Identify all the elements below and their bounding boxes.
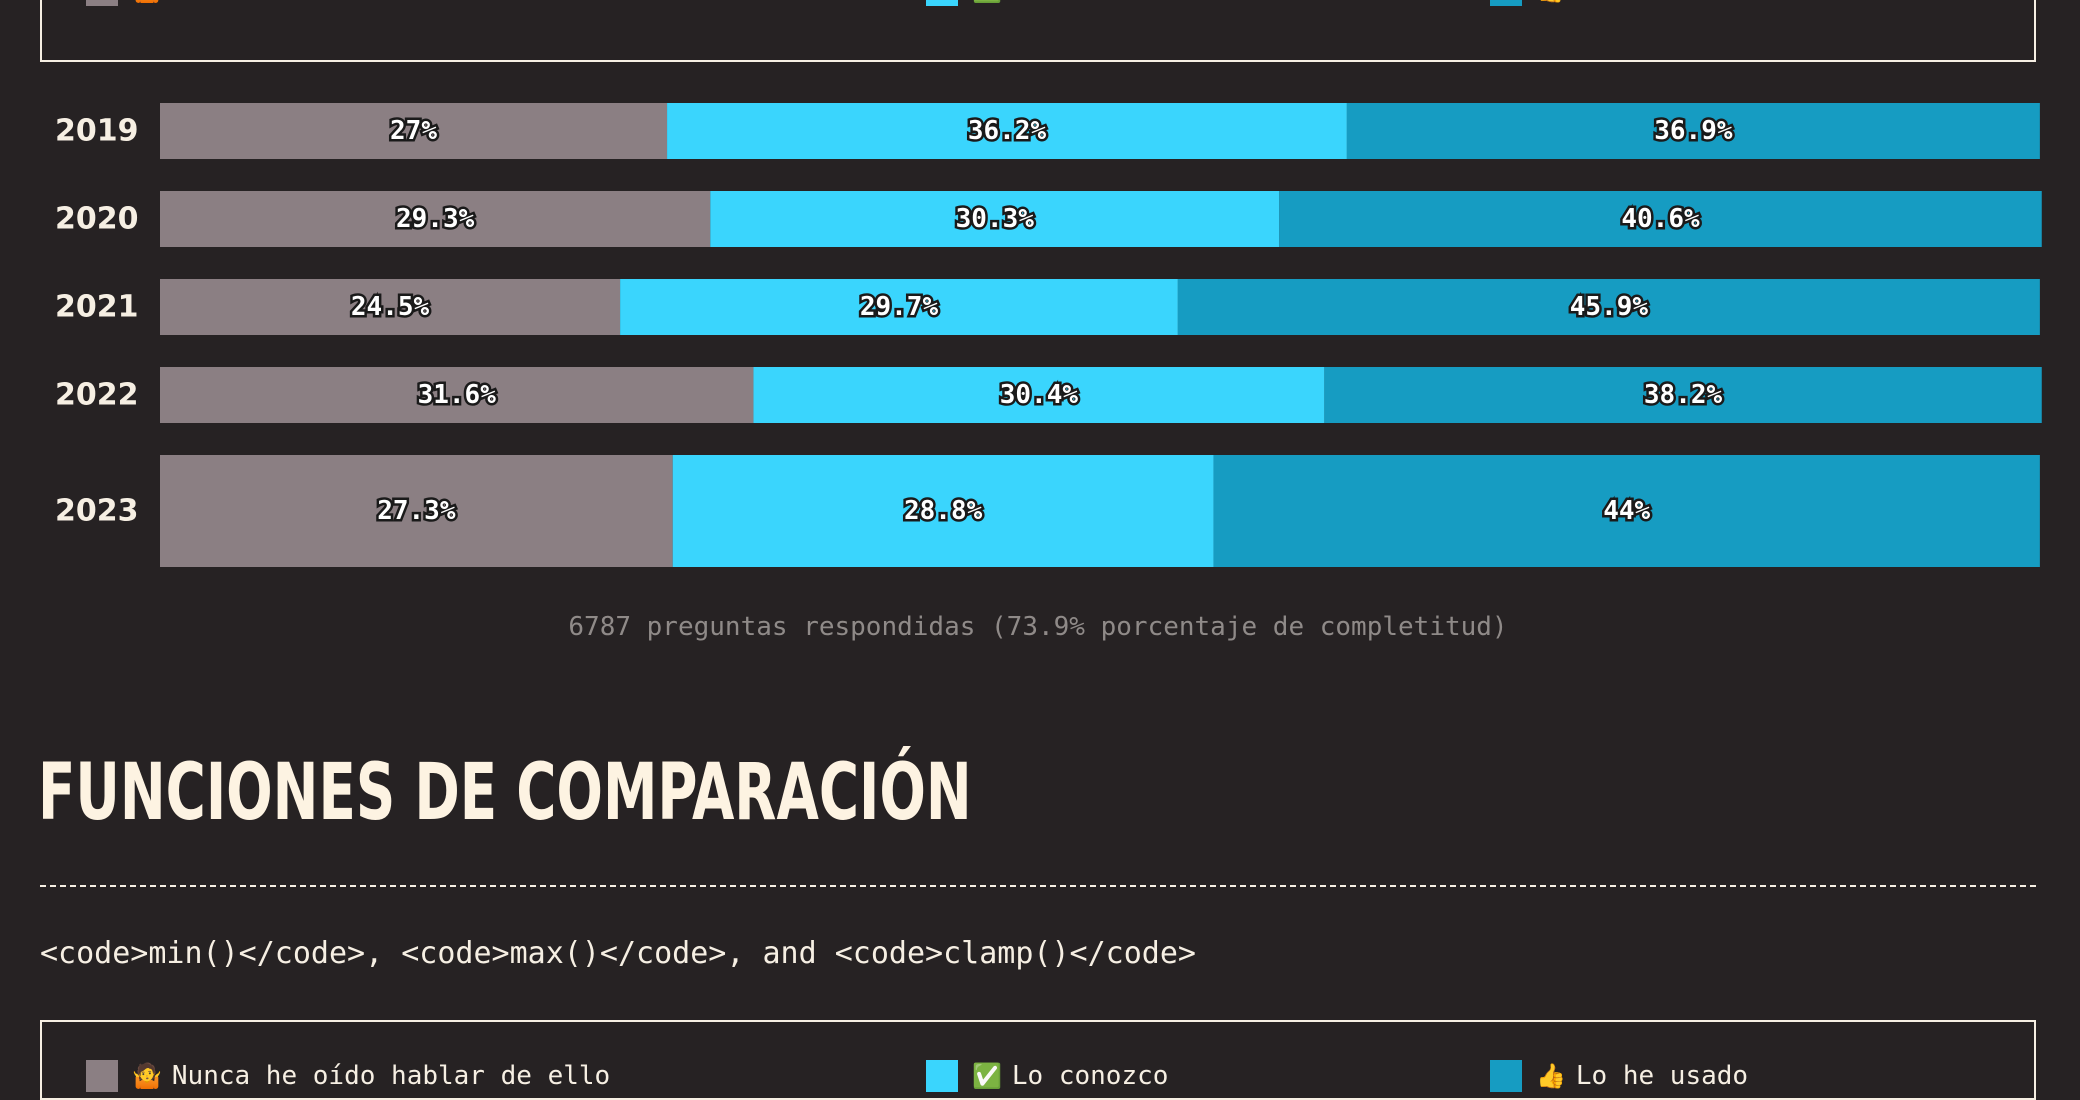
bar-row-2023: 2023 27.3% 28.8% 44% (55, 455, 2040, 567)
bar-value-label: 27% (390, 116, 437, 146)
legend-item-used-it[interactable]: 👍 Lo he usado (1490, 1060, 1748, 1092)
bar-value-label: 40.6% (1621, 204, 1700, 234)
bar-value-label: 24.5% (351, 292, 430, 322)
bar-value-label: 36.9% (1654, 116, 1733, 146)
year-label: 2022 (55, 378, 139, 413)
legend-item-never-heard[interactable]: 🤷 Nunca he oído hablar de ello (86, 1060, 610, 1092)
check-icon: ✅ (972, 1062, 1002, 1090)
bar-row-2019: 2019 27% 36.2% 36.9% (55, 103, 2040, 159)
section-divider (40, 885, 2036, 887)
bar-value-label: 29.3% (396, 204, 475, 234)
thumbs-up-icon: 👍 (1536, 1062, 1566, 1090)
year-label: 2019 (55, 114, 139, 149)
section-subtitle: <code>min()</code>, <code>max()</code>, … (40, 936, 1196, 971)
shrug-icon: 🤷 (132, 1062, 162, 1090)
legend-label: Lo conozco (1011, 1061, 1169, 1091)
bar-value-label: 38.2% (1644, 380, 1723, 410)
bar-value-label: 36.2% (968, 116, 1047, 146)
year-label: 2023 (55, 494, 139, 529)
bar-value-label: 45.9% (1570, 292, 1649, 322)
bar-row-2021: 2021 24.5% 29.7% 45.9% (55, 279, 2040, 335)
stacked-bar-chart: 2019 27% 36.2% 36.9% 2020 29.3% 30.3% 40.6% 2021… (55, 103, 2042, 567)
bar-value-label: 44% (1603, 496, 1650, 526)
bar-row-2022: 2022 31.6% 30.4% 38.2% (55, 367, 2042, 423)
section-title: FUNCIONES DE COMPARACIÓN (38, 748, 972, 838)
bar-row-2020: 2020 29.3% 30.3% 40.6% (55, 191, 2042, 247)
bar-value-label: 30.4% (1000, 380, 1079, 410)
bar-value-label: 27.3% (377, 496, 456, 526)
chart-footnote: 6787 preguntas respondidas (73.9% porcen… (568, 612, 1508, 642)
legend-label: Lo he usado (1575, 1061, 1749, 1091)
legend-swatch-used-it (1490, 1060, 1522, 1092)
legend-swatch-never-heard (86, 1060, 118, 1092)
legend-swatch-know-it (926, 1060, 958, 1092)
bar-value-label: 29.7% (860, 292, 939, 322)
legend-item-know-it[interactable]: ✅ Lo conozco (926, 1060, 1168, 1092)
bar-value-label: 30.3% (956, 204, 1035, 234)
legend-label: Nunca he oído hablar de ello (171, 1061, 611, 1091)
year-label: 2021 (55, 290, 139, 325)
bar-value-label: 31.6% (418, 380, 497, 410)
legend-bottom: 🤷 Nunca he oído hablar de ello ✅ Lo cono… (40, 1020, 2036, 1100)
bar-value-label: 28.8% (904, 496, 983, 526)
year-label: 2020 (55, 202, 139, 237)
